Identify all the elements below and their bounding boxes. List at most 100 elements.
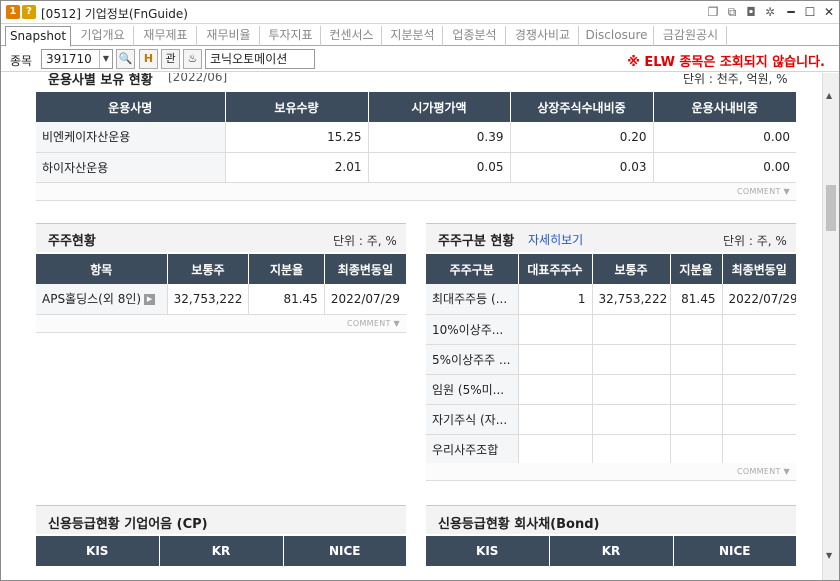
credit-bond-table: KIS KR NICE (426, 536, 796, 566)
comment-toggle[interactable]: COMMENT ▼ (36, 183, 796, 201)
col-header: 항목 (36, 254, 168, 284)
tab-financial-statements[interactable]: 재무제표 (135, 26, 197, 46)
details-link[interactable]: 자세히보기 (528, 231, 583, 248)
chevron-down-icon[interactable]: ▼ (99, 50, 112, 68)
toolbar: 종목 391710 ▼ 🔍 H 관 ♨ 코닉오토메이션 ※ ELW 종목은 조회… (1, 46, 839, 72)
col-header: 대표주주수 (517, 254, 592, 284)
market-value: 0.05 (367, 152, 510, 183)
table-row[interactable]: 10%이상주... (426, 314, 796, 345)
ownership-ratio: 81.45 (669, 284, 722, 315)
close-icon[interactable]: ✕ (821, 4, 837, 20)
link-icon[interactable]: ♨ (183, 49, 202, 69)
col-header: KR (548, 536, 673, 566)
rep-holder-count: 1 (517, 284, 592, 315)
table-row[interactable]: 5%이상주주 ... (426, 344, 796, 375)
comment-toggle[interactable]: COMMENT ▼ (426, 463, 796, 481)
table-header-row: 항목 보통주 지분율 최종변동일 (36, 254, 406, 284)
table-row[interactable]: 최대주주등 (... 1 32,753,222 81.45 2022/07/29 (426, 284, 796, 315)
scroll-thumb[interactable] (826, 185, 836, 231)
empty-cell (669, 374, 722, 405)
screen-number-badge[interactable]: 1 (6, 5, 20, 19)
tab-financial-ratios[interactable]: 재무비율 (198, 26, 260, 46)
listed-share-ratio: 0.03 (509, 152, 653, 183)
col-header: 상장주식수내비중 (509, 92, 653, 122)
empty-cell (669, 314, 722, 345)
tab-snapshot[interactable]: Snapshot (5, 26, 71, 47)
empty-cell (591, 344, 670, 375)
copy-icon[interactable]: ⧉ (724, 4, 740, 20)
empty-cell (721, 434, 796, 465)
company-name-field[interactable]: 코닉오토메이션 (205, 49, 315, 69)
class-name: 10%이상주... (426, 314, 518, 345)
tab-ownership-analysis[interactable]: 지분분석 (383, 26, 443, 46)
tab-industry-analysis[interactable]: 업종분석 (444, 26, 506, 46)
col-header: 지분율 (248, 254, 325, 284)
class-name: 우리사주조합 (426, 434, 518, 465)
tab-competitor-comparison[interactable]: 경쟁사비교 (507, 26, 579, 46)
empty-cell (669, 344, 722, 375)
comment-label: COMMENT (736, 467, 781, 476)
holders-table: 항목 보통주 지분율 최종변동일 APS홀딩스(외 8인) ▶ 32,753,22… (36, 254, 406, 315)
tab-consensus[interactable]: 컨센서스 (322, 26, 382, 46)
expand-icon[interactable]: ▶ (144, 294, 156, 306)
table-row: APS홀딩스(외 8인) ▶ 32,753,222 81.45 2022/07/2… (36, 284, 406, 315)
search-icon[interactable]: 🔍 (116, 49, 135, 69)
empty-cell (517, 374, 592, 405)
fund-section-title: 운용사별 보유 현황 (48, 73, 153, 88)
camera-icon[interactable]: ◘ (743, 4, 759, 20)
col-header: 운용사명 (36, 92, 225, 122)
col-header: NICE (672, 536, 796, 566)
scroll-down-icon[interactable]: ▼ (826, 551, 832, 560)
stock-label: 종목 (10, 54, 33, 68)
col-header: NICE (282, 536, 406, 566)
table-row[interactable]: 우리사주조합 (426, 434, 796, 465)
comment-toggle[interactable]: COMMENT ▼ (36, 315, 406, 333)
table-header-row: KIS KR NICE (426, 536, 796, 566)
holder-class-table: 주주구분 대표주주수 보통주 지분율 최종변동일 최대주주등 (... 1 32,7… (426, 254, 796, 465)
common-shares: 32,753,222 (166, 284, 249, 315)
table-row[interactable]: 임원 (5%미... (426, 374, 796, 405)
window-title: [0512] 기업정보(FnGuide) (41, 7, 188, 21)
holder-name-cell[interactable]: APS홀딩스(외 8인) ▶ (36, 284, 168, 315)
window-icon[interactable]: ❐ (705, 4, 721, 20)
minimize-icon[interactable]: ━ (783, 4, 799, 20)
fund-date: [2022/06] (168, 73, 228, 84)
gear-icon[interactable]: ✲ (762, 4, 778, 20)
class-name: 최대주주등 (... (426, 284, 518, 315)
last-change-date: 2022/07/29 (721, 284, 796, 315)
maximize-icon[interactable]: ☐ (802, 4, 818, 20)
class-name: 자기주식 (자... (426, 404, 518, 435)
comment-label: COMMENT (736, 187, 781, 196)
vertical-scrollbar[interactable]: ▲ ▼ (822, 73, 839, 580)
col-header: 보통주 (591, 254, 670, 284)
empty-cell (517, 404, 592, 435)
holder-name: APS홀딩스(외 8인) (42, 292, 142, 307)
empty-cell (591, 404, 670, 435)
credit-cp-title: 신용등급현황 기업어음 (CP) (48, 517, 208, 532)
fund-unit: 단위 : 천주, 억원, % (683, 73, 788, 86)
empty-cell (721, 374, 796, 405)
col-header: 주주구분 (426, 254, 518, 284)
table-header-row: 운용사명 보유수량 시가평가액 상장주식수내비중 운용사내비중 (36, 92, 796, 122)
empty-cell (517, 434, 592, 465)
tab-investment-indicators[interactable]: 투자지표 (261, 26, 321, 46)
table-header-row: KIS KR NICE (36, 536, 406, 566)
comment-label: COMMENT (346, 319, 391, 328)
empty-cell (721, 314, 796, 345)
empty-cell (669, 404, 722, 435)
h-button[interactable]: H (139, 49, 158, 69)
col-header: KR (158, 536, 283, 566)
col-header: 보통주 (166, 254, 249, 284)
col-header: 운용사내비중 (652, 92, 796, 122)
holder-class-unit: 단위 : 주, % (723, 234, 787, 248)
tab-fss-disclosure[interactable]: 금감원공시 (655, 26, 727, 46)
common-shares: 32,753,222 (591, 284, 670, 315)
tab-disclosure[interactable]: Disclosure (580, 26, 654, 46)
help-icon[interactable]: ? (22, 5, 36, 19)
tab-company-overview[interactable]: 기업개요 (72, 26, 134, 46)
interest-button[interactable]: 관 (161, 49, 180, 69)
class-name: 임원 (5%미... (426, 374, 518, 405)
scroll-up-icon[interactable]: ▲ (826, 91, 832, 100)
table-row[interactable]: 자기주식 (자... (426, 404, 796, 435)
empty-cell (517, 314, 592, 345)
